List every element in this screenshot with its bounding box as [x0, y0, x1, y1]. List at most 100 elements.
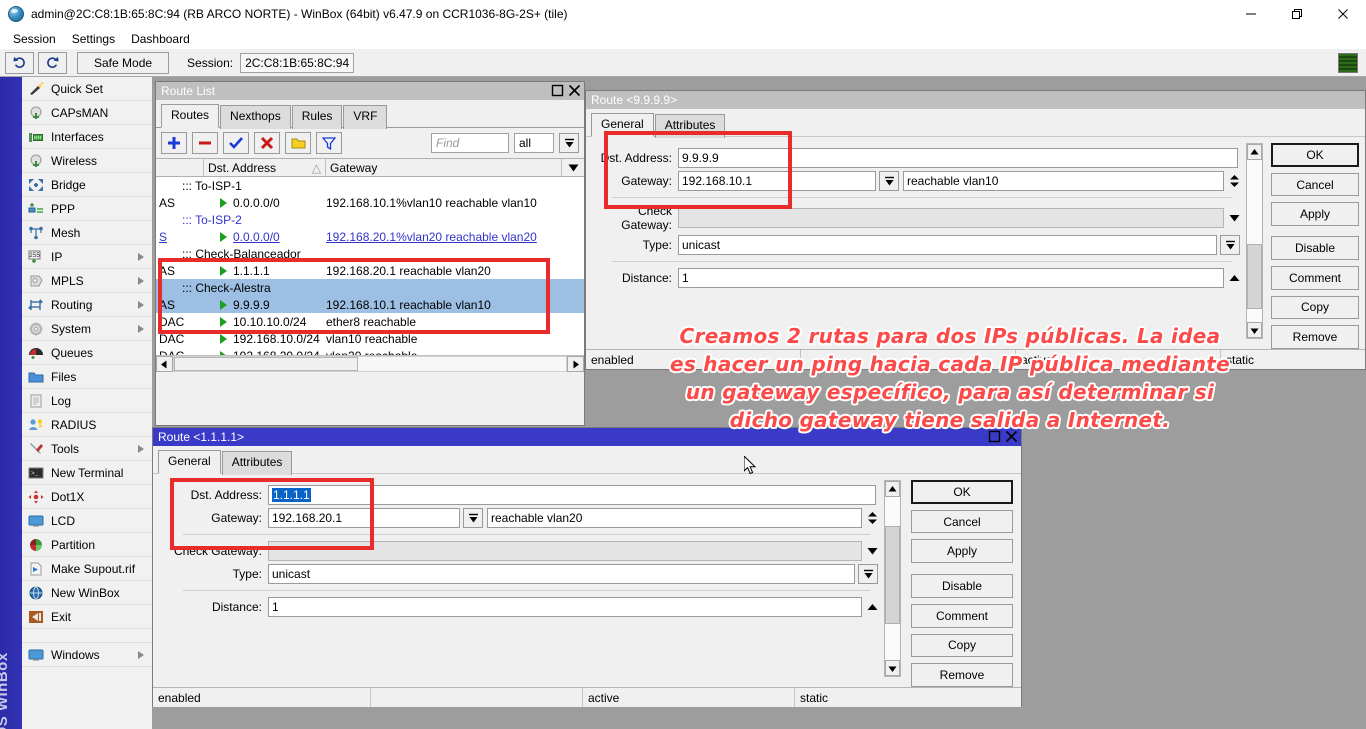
disable-cross-icon[interactable] — [254, 132, 280, 154]
gateway-dropdown-icon[interactable] — [879, 171, 899, 191]
table-row[interactable]: S 0.0.0.0/0 192.168.20.1%vlan20 reachabl… — [156, 228, 584, 245]
column-dst-address[interactable]: Dst. Address △ — [204, 159, 326, 176]
type-input[interactable]: unicast — [268, 564, 855, 584]
hscroll-track[interactable] — [173, 356, 567, 372]
hscroll-thumb[interactable] — [174, 357, 358, 371]
remove-button[interactable]: Remove — [1271, 325, 1359, 349]
filter-icon[interactable] — [316, 132, 342, 154]
type-input[interactable]: unicast — [678, 235, 1217, 255]
table-row[interactable]: AS 0.0.0.0/0 192.168.10.1%vlan10 reachab… — [156, 194, 584, 211]
sidebar-item-capsman[interactable]: CAPsMAN — [22, 101, 152, 125]
remove-button[interactable]: Remove — [911, 663, 1013, 687]
menu-session[interactable]: Session — [5, 30, 64, 48]
vscroll-thumb[interactable] — [885, 526, 900, 624]
sidebar-item-mpls[interactable]: MPLS — [22, 269, 152, 293]
check-gateway-input[interactable] — [678, 208, 1224, 228]
sidebar-item-partition[interactable]: Partition — [22, 533, 152, 557]
maximize-icon[interactable] — [550, 83, 565, 98]
tab-general[interactable]: General — [158, 450, 221, 474]
tab-general[interactable]: General — [591, 113, 654, 137]
sidebar-item-ppp[interactable]: PPP — [22, 197, 152, 221]
table-row[interactable]: ::: Check-Alestra — [156, 279, 584, 296]
route-999-titlebar[interactable]: Route <9.9.9.9> — [586, 91, 1365, 109]
filter-select[interactable]: all — [514, 133, 554, 153]
search-input[interactable]: Find — [431, 133, 509, 153]
tab-rules[interactable]: Rules — [292, 105, 343, 129]
route-111-titlebar[interactable]: Route <1.1.1.1> — [153, 428, 1021, 446]
sidebar-item-radius[interactable]: RADIUS — [22, 413, 152, 437]
scroll-up-icon[interactable] — [885, 481, 900, 497]
sidebar-item-ip[interactable]: 255 IP — [22, 245, 152, 269]
menu-dashboard[interactable]: Dashboard — [123, 30, 198, 48]
tab-attributes[interactable]: Attributes — [222, 451, 293, 475]
table-row[interactable]: DAC 192.168.10.0/24 vlan10 reachable — [156, 330, 584, 347]
copy-button[interactable]: Copy — [1271, 296, 1359, 320]
comment-icon[interactable] — [285, 132, 311, 154]
scroll-down-icon[interactable] — [1247, 322, 1262, 338]
gateway-input[interactable]: 192.168.10.1 — [678, 171, 876, 191]
sidebar-item-dot1x[interactable]: Dot1X — [22, 485, 152, 509]
cancel-button[interactable]: Cancel — [1271, 173, 1359, 197]
distance-input[interactable]: 1 — [268, 597, 862, 617]
scroll-right-icon[interactable] — [567, 356, 584, 372]
sidebar-item-system[interactable]: System — [22, 317, 152, 341]
table-row[interactable]: DAC 10.10.10.0/24 ether8 reachable — [156, 313, 584, 330]
gateway-dropdown-icon[interactable] — [463, 508, 483, 528]
vscroll-track[interactable] — [1247, 160, 1262, 322]
check-gateway-dropdown-icon[interactable] — [1226, 214, 1242, 222]
table-row[interactable]: ::: Check-Balanceador — [156, 245, 584, 262]
close-icon[interactable] — [1320, 0, 1366, 28]
table-row[interactable]: AS 1.1.1.1 192.168.20.1 reachable vlan20 — [156, 262, 584, 279]
distance-spinner-icon[interactable] — [864, 603, 880, 611]
route-999-vertical-scrollbar[interactable] — [1246, 143, 1263, 339]
gateway-input[interactable]: 192.168.20.1 — [268, 508, 460, 528]
sidebar-item-queues[interactable]: Queues — [22, 341, 152, 365]
sidebar-item-tools[interactable]: Tools — [22, 437, 152, 461]
minimize-icon[interactable] — [1228, 0, 1274, 28]
column-flags[interactable] — [156, 159, 204, 176]
sidebar-item-files[interactable]: Files — [22, 365, 152, 389]
enable-check-icon[interactable] — [223, 132, 249, 154]
comment-button[interactable]: Comment — [911, 604, 1013, 628]
sidebar-item-new-terminal[interactable]: >_ New Terminal — [22, 461, 152, 485]
tab-nexthops[interactable]: Nexthops — [220, 105, 291, 129]
undo-icon[interactable] — [5, 52, 34, 74]
vscroll-track[interactable] — [885, 497, 900, 660]
ok-button[interactable]: OK — [911, 480, 1013, 504]
column-menu-icon[interactable] — [562, 159, 584, 176]
vscroll-thumb[interactable] — [1247, 244, 1262, 309]
check-gateway-dropdown-icon[interactable] — [864, 547, 880, 555]
check-gateway-input[interactable] — [268, 541, 862, 561]
dst-address-input[interactable]: 1.1.1.1 — [268, 485, 876, 505]
maximize-icon[interactable] — [1274, 0, 1320, 28]
tab-vrf[interactable]: VRF — [343, 105, 387, 129]
distance-spinner-icon[interactable] — [1226, 274, 1242, 282]
safe-mode-button[interactable]: Safe Mode — [77, 52, 169, 74]
disable-button[interactable]: Disable — [911, 574, 1013, 598]
sidebar-item-routing[interactable]: Routing — [22, 293, 152, 317]
sidebar-item-windows[interactable]: Windows — [22, 643, 152, 667]
tab-attributes[interactable]: Attributes — [655, 114, 726, 138]
sidebar-item-make-supout[interactable]: Make Supout.rif — [22, 557, 152, 581]
scroll-left-icon[interactable] — [156, 356, 173, 372]
menu-settings[interactable]: Settings — [64, 30, 123, 48]
route-list-titlebar[interactable]: Route List — [156, 82, 584, 100]
sidebar-item-log[interactable]: Log — [22, 389, 152, 413]
comment-button[interactable]: Comment — [1271, 266, 1359, 290]
table-row[interactable]: ::: To-ISP-1 — [156, 177, 584, 194]
scroll-down-icon[interactable] — [885, 660, 900, 676]
apply-button[interactable]: Apply — [911, 539, 1013, 563]
sidebar-item-exit[interactable]: Exit — [22, 605, 152, 629]
cancel-button[interactable]: Cancel — [911, 510, 1013, 534]
copy-button[interactable]: Copy — [911, 634, 1013, 658]
table-row[interactable]: AS 9.9.9.9 192.168.10.1 reachable vlan10 — [156, 296, 584, 313]
maximize-icon[interactable] — [987, 429, 1002, 444]
close-icon[interactable] — [1004, 429, 1019, 444]
chevron-down-icon[interactable] — [559, 133, 579, 153]
gateway-spinner-icon[interactable] — [1226, 174, 1242, 188]
dst-address-input[interactable]: 9.9.9.9 — [678, 148, 1238, 168]
route-111-vertical-scrollbar[interactable] — [884, 480, 901, 677]
type-dropdown-icon[interactable] — [858, 564, 878, 584]
type-dropdown-icon[interactable] — [1220, 235, 1240, 255]
scroll-up-icon[interactable] — [1247, 144, 1262, 160]
